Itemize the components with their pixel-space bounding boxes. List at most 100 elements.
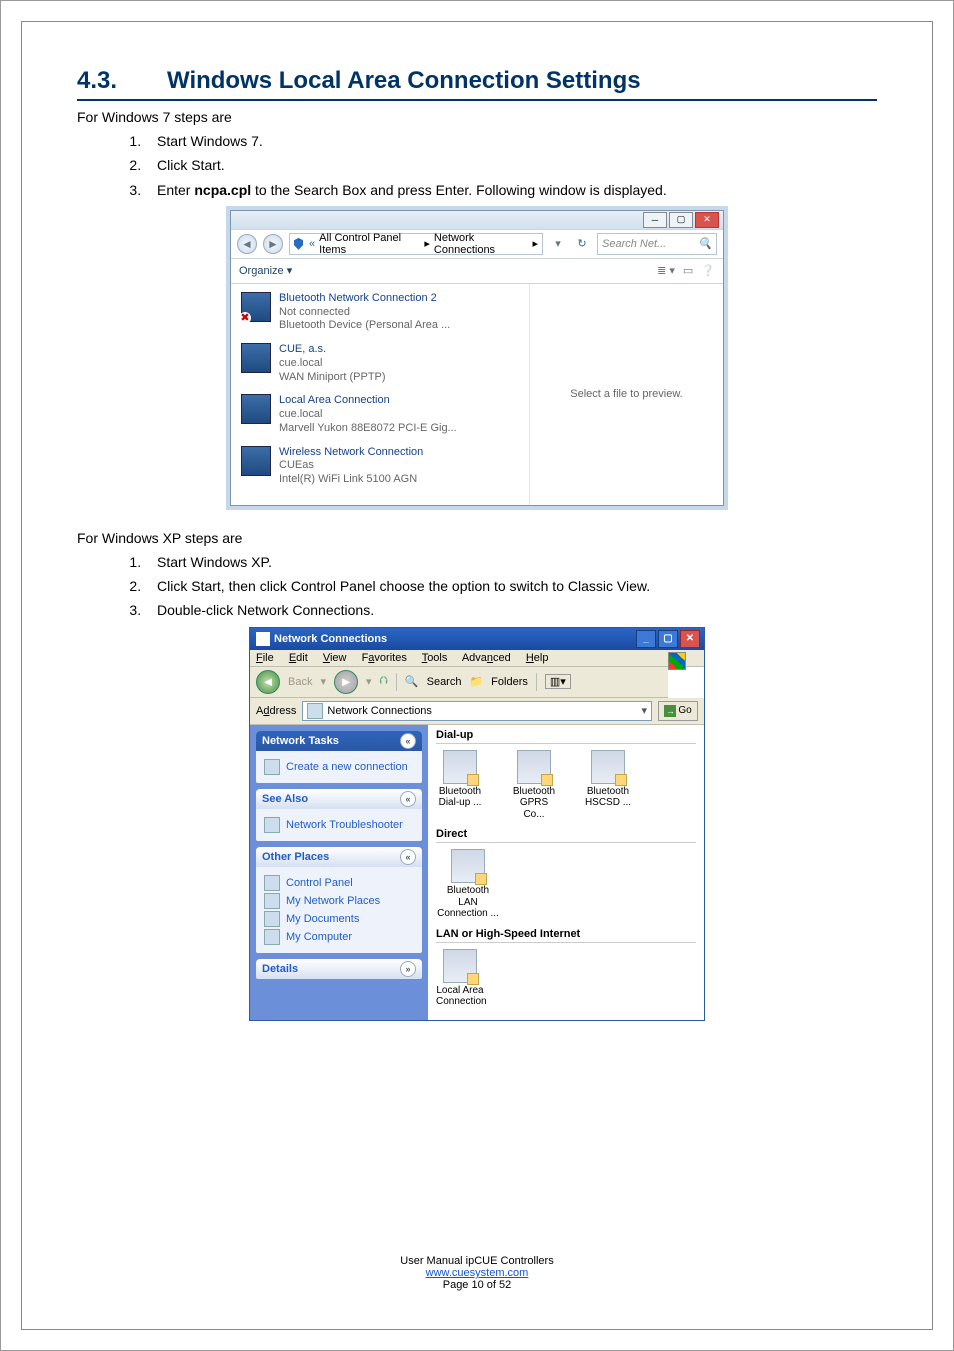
- panel-see-also: See Also« Network Troubleshooter: [256, 789, 422, 841]
- breadcrumb-sep2: ▸: [532, 237, 538, 250]
- address-field[interactable]: Network Connections ▾: [302, 701, 652, 721]
- network-icon: [241, 343, 271, 373]
- win7-address-bar: ◄ ► « All Control Panel Items ▸ Network …: [231, 229, 723, 259]
- menu-edit[interactable]: Edit: [289, 652, 308, 664]
- refresh-icon[interactable]: ↻: [573, 237, 591, 250]
- windows-logo-icon: [668, 652, 686, 670]
- link-label: Control Panel: [286, 877, 353, 889]
- link-label: My Computer: [286, 931, 352, 943]
- conn-device: Marvell Yukon 88E8072 PCI-E Gig...: [279, 422, 457, 436]
- xp-content: Dial-up BluetoothDial-up ... BluetoothGP…: [428, 725, 704, 1020]
- connection-item[interactable]: Bluetooth Network Connection 2 Not conne…: [241, 292, 519, 333]
- menu-view[interactable]: View: [323, 652, 347, 664]
- go-label: Go: [678, 705, 691, 716]
- direct-icon: [451, 849, 485, 883]
- go-button[interactable]: →Go: [658, 701, 698, 721]
- close-button[interactable]: ✕: [695, 212, 719, 228]
- chevron-up-icon[interactable]: «: [400, 791, 416, 807]
- menu-favorites[interactable]: Favorites: [362, 652, 407, 664]
- menu-help[interactable]: Help: [526, 652, 549, 664]
- panel-other-places: Other Places« Control Panel My Network P…: [256, 847, 422, 953]
- panel-details: Details »: [256, 959, 422, 979]
- win7-steps: Start Windows 7. Click Start. Enter ncpa…: [77, 131, 877, 200]
- menu-advanced[interactable]: Advanced: [462, 652, 511, 664]
- chevron-up-icon[interactable]: «: [400, 849, 416, 865]
- section-heading: 4.3.Windows Local Area Connection Settin…: [77, 67, 877, 101]
- folders-icon[interactable]: 📁: [469, 675, 483, 688]
- view-icon[interactable]: ≣ ▾: [657, 264, 675, 277]
- sidebar-item-my-computer[interactable]: My Computer: [264, 929, 414, 945]
- menu-tools[interactable]: Tools: [422, 652, 448, 664]
- breadcrumb-prefix: «: [309, 238, 315, 250]
- connection-item[interactable]: Local Area Connection cue.local Marvell …: [241, 394, 519, 435]
- chevron-up-icon[interactable]: «: [400, 733, 416, 749]
- maximize-button[interactable]: ▢: [669, 212, 693, 228]
- close-button[interactable]: ✕: [680, 630, 700, 648]
- sidebar-item-network-places[interactable]: My Network Places: [264, 893, 414, 909]
- icon-label-1: Local Area: [436, 985, 484, 997]
- help-icon[interactable]: ❔: [701, 264, 715, 277]
- link-label: Create a new connection: [286, 761, 408, 773]
- search-icon: 🔍: [698, 237, 712, 250]
- dropdown-icon[interactable]: ▾: [549, 237, 567, 250]
- dialup-item[interactable]: BluetoothGPRS Co...: [510, 750, 558, 821]
- breadcrumb[interactable]: « All Control Panel Items ▸ Network Conn…: [289, 233, 543, 255]
- conn-status: Not connected: [279, 306, 450, 320]
- search-icon[interactable]: 🔍: [405, 675, 419, 688]
- xp-titlebar: Network Connections _ ▢ ✕: [250, 628, 704, 650]
- wizard-icon: [264, 759, 280, 775]
- forward-button-icon[interactable]: ►: [334, 670, 358, 694]
- icon-label-2: GPRS Co...: [510, 797, 558, 820]
- minimize-button[interactable]: _: [636, 630, 656, 648]
- page-footer: User Manual ipCUE Controllers www.cuesys…: [22, 1255, 932, 1291]
- icon-label-1: Bluetooth LAN: [436, 885, 500, 908]
- icon-label-1: Bluetooth: [436, 786, 484, 798]
- link-label: Network Troubleshooter: [286, 819, 403, 831]
- minimize-button[interactable]: ─: [643, 212, 667, 228]
- footer-link[interactable]: www.cuesystem.com: [426, 1267, 529, 1279]
- nav-back-icon[interactable]: ◄: [237, 234, 257, 254]
- network-connections-icon: [256, 632, 270, 646]
- panel-network-tasks: Network Tasks « Create a new connection: [256, 731, 422, 783]
- connection-item[interactable]: Wireless Network Connection CUEas Intel(…: [241, 446, 519, 487]
- chevron-down-icon[interactable]: »: [400, 961, 416, 977]
- conn-title: Local Area Connection: [279, 394, 457, 408]
- modem-icon: [443, 750, 477, 784]
- breadcrumb-last: Network Connections: [434, 232, 529, 256]
- panel-title: Details: [262, 963, 298, 975]
- conn-title: Bluetooth Network Connection 2: [279, 292, 450, 306]
- dialup-item[interactable]: BluetoothDial-up ...: [436, 750, 484, 821]
- menu-file[interactable]: File: [256, 652, 274, 664]
- sidebar-item-documents[interactable]: My Documents: [264, 911, 414, 927]
- conn-status: CUEas: [279, 459, 423, 473]
- maximize-button[interactable]: ▢: [658, 630, 678, 648]
- panel-title: Network Tasks: [262, 735, 339, 747]
- icon-label-1: Bluetooth: [510, 786, 558, 798]
- views-icon[interactable]: ▥▾: [545, 674, 571, 689]
- dialup-item[interactable]: BluetoothHSCSD ...: [584, 750, 632, 821]
- nav-forward-icon[interactable]: ►: [263, 234, 283, 254]
- win7-step-3: Enter ncpa.cpl to the Search Box and pre…: [145, 180, 877, 200]
- icon-label-2: Connection ...: [436, 908, 500, 920]
- icon-label-2: HSCSD ...: [584, 797, 632, 809]
- xp-address-bar: Address Network Connections ▾ →Go: [250, 698, 704, 725]
- back-button-icon[interactable]: ◄: [256, 670, 280, 694]
- up-icon[interactable]: ⮉: [380, 675, 388, 688]
- connection-item[interactable]: CUE, a.s. cue.local WAN Miniport (PPTP): [241, 343, 519, 384]
- xp-steps: Start Windows XP. Click Start, then clic…: [77, 552, 877, 621]
- sidebar-item-control-panel[interactable]: Control Panel: [264, 875, 414, 891]
- computer-icon: [264, 929, 280, 945]
- direct-item[interactable]: Bluetooth LANConnection ...: [436, 849, 500, 920]
- conn-device: Bluetooth Device (Personal Area ...: [279, 319, 450, 333]
- organize-button[interactable]: Organize ▾: [239, 264, 292, 277]
- win7-step-2: Click Start.: [145, 155, 877, 175]
- folders-label: Folders: [491, 676, 528, 688]
- lan-item[interactable]: Local AreaConnection: [436, 949, 484, 1008]
- troubleshooter-link[interactable]: Network Troubleshooter: [264, 817, 414, 833]
- create-connection-link[interactable]: Create a new connection: [264, 759, 414, 775]
- address-icon: [307, 703, 323, 719]
- link-label: My Documents: [286, 913, 359, 925]
- dropdown-icon[interactable]: ▾: [641, 704, 647, 717]
- preview-pane-icon[interactable]: ▭: [683, 264, 693, 277]
- search-input[interactable]: Search Net... 🔍: [597, 233, 717, 255]
